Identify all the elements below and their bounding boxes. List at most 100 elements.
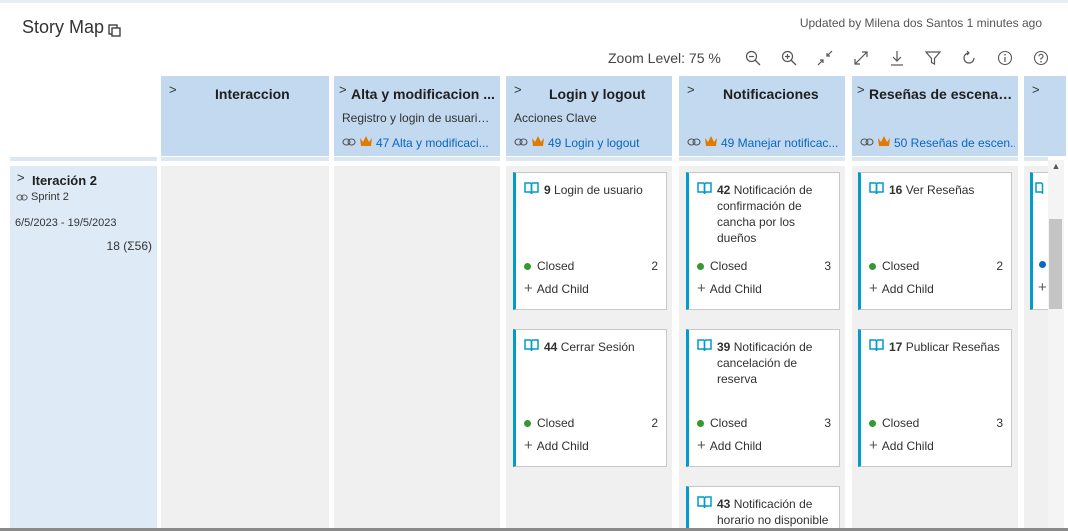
column-title: Interaccion: [215, 86, 290, 102]
column-subtitle: Registro y login de usuario...: [342, 111, 494, 125]
plus-icon: +: [697, 280, 706, 297]
story-card[interactable]: 44 Cerrar Sesión Closed 2 + Add Child: [513, 329, 667, 467]
card-title[interactable]: 44 Cerrar Sesión: [544, 339, 660, 355]
card-points: 3: [824, 416, 831, 430]
add-child-button[interactable]: + Add Child: [869, 437, 934, 454]
story-card[interactable]: 42 Notificación de confirmación de canch…: [686, 172, 840, 310]
column-header-interaccion[interactable]: > Interaccion: [161, 76, 329, 156]
column-parent-link[interactable]: 47 Alta y modificaci...: [342, 135, 497, 150]
info-icon[interactable]: [997, 50, 1013, 66]
iteration-divider: [10, 157, 157, 161]
story-card[interactable]: 17 Publicar Reseñas Closed 3 + Add Child: [858, 329, 1012, 467]
state-text: Closed: [710, 416, 748, 430]
card-title[interactable]: 42 Notificación de confirmación de canch…: [717, 182, 833, 246]
crown-icon: [531, 135, 545, 150]
plus-icon[interactable]: +: [1038, 279, 1047, 296]
book-icon: [524, 181, 539, 195]
story-card[interactable]: 16 Ver Reseñas Closed 2 + Add Child: [858, 172, 1012, 310]
add-child-button[interactable]: + Add Child: [869, 281, 934, 296]
column-parent-link-text: 50 Reseñas de escen...: [894, 135, 1015, 150]
column-parent-link[interactable]: 49 Login y logout: [514, 135, 669, 150]
add-child-button[interactable]: + Add Child: [697, 438, 762, 453]
refresh-icon[interactable]: [961, 50, 977, 66]
card-state: Closed: [869, 259, 919, 273]
chevron-right-icon[interactable]: >: [169, 82, 177, 97]
chevron-right-icon[interactable]: >: [857, 82, 865, 97]
column-header-partial[interactable]: >: [1024, 76, 1066, 156]
card-id: 44: [544, 340, 558, 354]
card-title[interactable]: 9 Login de usuario: [544, 182, 660, 198]
link-icon: [860, 136, 874, 150]
card-state: Closed: [697, 259, 747, 273]
corner-blank: [0, 76, 160, 156]
card-id: 9: [544, 183, 551, 197]
add-child-button[interactable]: + Add Child: [697, 280, 762, 297]
status-dot: [524, 262, 531, 270]
card-title[interactable]: 43 Notificación de horario no disponible: [717, 496, 833, 528]
help-icon[interactable]: [1033, 50, 1049, 66]
column-title: Alta y modificacion ...: [351, 86, 495, 102]
link-icon: [16, 193, 28, 201]
card-id: 16: [889, 183, 903, 197]
column-divider: [1024, 157, 1048, 161]
card-id: 42: [717, 183, 731, 197]
book-icon: [869, 181, 884, 195]
story-card[interactable]: 9 Login de usuario Closed 2 + Add Child: [513, 172, 667, 310]
column-header-login[interactable]: > Login y logout Acciones Clave 49 Login…: [506, 76, 672, 156]
zoom-in-icon[interactable]: [781, 50, 797, 66]
column-header-alta[interactable]: > Alta y modificacion ... Registro y log…: [334, 76, 500, 156]
state-text: Closed: [882, 259, 920, 273]
iteration-row-header[interactable]: > Iteración 2 Sprint 2 6/5/2023 - 19/5/2…: [10, 166, 157, 531]
card-title-text: Publicar Reseñas: [905, 340, 1000, 354]
copy-icon[interactable]: [108, 21, 121, 37]
filter-icon[interactable]: [924, 50, 941, 66]
page-title-text: Story Map: [22, 17, 105, 37]
sprint-label: Sprint 2: [16, 191, 69, 203]
column-subtitle: Acciones Clave: [514, 111, 597, 125]
card-points: 2: [651, 416, 658, 430]
add-child-label: Add Child: [881, 439, 934, 453]
add-child-button[interactable]: + Add Child: [524, 281, 589, 296]
iteration-dates: 6/5/2023 - 19/5/2023: [15, 217, 117, 229]
chevron-right-icon[interactable]: >: [17, 170, 25, 185]
card-title[interactable]: 16 Ver Reseñas: [889, 182, 1005, 198]
crown-icon: [704, 135, 718, 150]
toolbar: Zoom Level: 75 %: [608, 46, 1059, 70]
column-header-notificaciones[interactable]: > Notificaciones 49 Manejar notificac...: [679, 76, 845, 156]
chevron-right-icon[interactable]: >: [1032, 82, 1040, 97]
collapse-icon[interactable]: [817, 50, 833, 66]
book-icon: [697, 338, 712, 352]
chevron-right-icon[interactable]: >: [514, 82, 522, 97]
add-child-button[interactable]: + Add Child: [524, 437, 589, 454]
scrollbar-thumb[interactable]: [1049, 219, 1062, 309]
chevron-right-icon[interactable]: >: [339, 82, 347, 97]
column-parent-link[interactable]: 50 Reseñas de escen...: [860, 135, 1015, 150]
download-icon[interactable]: [889, 50, 905, 66]
plus-icon: +: [524, 437, 533, 454]
story-card[interactable]: 43 Notificación de horario no disponible: [686, 486, 840, 531]
state-text: Closed: [537, 259, 575, 273]
card-id: 39: [717, 340, 731, 354]
column-header-resenas[interactable]: > Reseñas de escenari... 50 Reseñas de e…: [852, 76, 1018, 156]
scroll-up-arrow-icon[interactable]: ▲: [1050, 161, 1062, 173]
vertical-scrollbar[interactable]: [1048, 160, 1064, 531]
expand-icon[interactable]: [853, 50, 869, 66]
book-icon: [697, 495, 712, 509]
zoom-out-icon[interactable]: [745, 50, 761, 66]
column-divider: [161, 157, 329, 161]
add-child-label: Add Child: [881, 282, 934, 296]
column-divider: [679, 157, 845, 161]
card-points: 2: [996, 259, 1003, 273]
chevron-right-icon[interactable]: >: [687, 82, 695, 97]
card-title[interactable]: 39 Notificación de cancelación de reserv…: [717, 339, 833, 387]
story-card[interactable]: 39 Notificación de cancelación de reserv…: [686, 329, 840, 467]
column-parent-link[interactable]: 49 Manejar notificac...: [687, 135, 842, 150]
plus-icon: +: [869, 437, 878, 454]
add-child-label: Add Child: [709, 282, 762, 296]
story-card-partial[interactable]: +: [1030, 172, 1050, 310]
card-points: 3: [996, 416, 1003, 430]
state-text: Closed: [710, 259, 748, 273]
card-title[interactable]: 17 Publicar Reseñas: [889, 339, 1005, 355]
crown-icon: [877, 135, 891, 150]
card-points: 3: [824, 259, 831, 273]
